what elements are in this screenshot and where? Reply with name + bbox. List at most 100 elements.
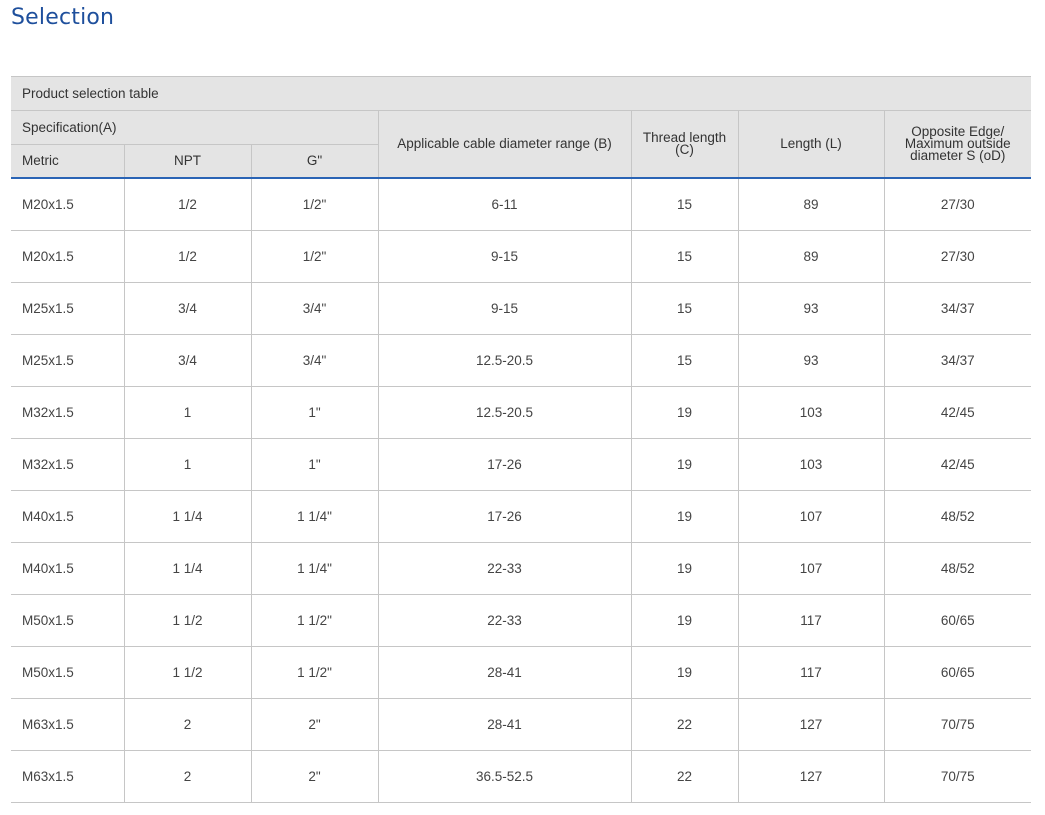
table-row: M50x1.5 1 1/2 1 1/2" 22-33 19 117 60/65 xyxy=(11,594,1032,647)
cell-metric: M25x1.5 xyxy=(11,282,125,335)
cell-length: 93 xyxy=(737,334,885,387)
cell-g: 1" xyxy=(250,438,379,491)
cell-thread-length: 19 xyxy=(630,490,739,543)
cell-opposite-edge: 60/65 xyxy=(883,594,1032,647)
cell-cable-range: 9-15 xyxy=(377,230,632,283)
cell-g: 1 1/4" xyxy=(250,542,379,595)
cell-npt: 2 xyxy=(123,750,252,803)
cell-thread-length: 19 xyxy=(630,646,739,699)
cell-npt: 1 1/2 xyxy=(123,646,252,699)
cell-npt: 3/4 xyxy=(123,282,252,335)
cell-metric: M63x1.5 xyxy=(11,750,125,803)
cell-length: 89 xyxy=(737,177,885,231)
table-row: M63x1.5 2 2" 28-41 22 127 70/75 xyxy=(11,698,1032,751)
table-row: M40x1.5 1 1/4 1 1/4" 22-33 19 107 48/52 xyxy=(11,542,1032,595)
header-thread-length: Thread length (C) xyxy=(630,110,739,179)
cell-cable-range: 6-11 xyxy=(377,177,632,231)
cell-opposite-edge: 42/45 xyxy=(883,438,1032,491)
cell-metric: M32x1.5 xyxy=(11,386,125,439)
cell-opposite-edge: 70/75 xyxy=(883,750,1032,803)
cell-length: 103 xyxy=(737,386,885,439)
cell-opposite-edge: 42/45 xyxy=(883,386,1032,439)
cell-opposite-edge: 34/37 xyxy=(883,334,1032,387)
cell-metric: M40x1.5 xyxy=(11,542,125,595)
cell-opposite-edge: 27/30 xyxy=(883,230,1032,283)
cell-cable-range: 36.5-52.5 xyxy=(377,750,632,803)
cell-npt: 1 1/4 xyxy=(123,490,252,543)
cell-cable-range: 22-33 xyxy=(377,594,632,647)
cell-length: 117 xyxy=(737,594,885,647)
cell-opposite-edge: 60/65 xyxy=(883,646,1032,699)
header-cable-range: Applicable cable diameter range (B) xyxy=(377,110,632,179)
table-header-row: Specification(A) Applicable cable diamet… xyxy=(11,110,1032,179)
cell-opposite-edge: 27/30 xyxy=(883,177,1032,231)
cell-opposite-edge: 70/75 xyxy=(883,698,1032,751)
table-row: M50x1.5 1 1/2 1 1/2" 28-41 19 117 60/65 xyxy=(11,646,1032,699)
cell-cable-range: 12.5-20.5 xyxy=(377,334,632,387)
cell-metric: M20x1.5 xyxy=(11,177,125,231)
table-row: M25x1.5 3/4 3/4" 12.5-20.5 15 93 34/37 xyxy=(11,334,1032,387)
header-g: G" xyxy=(250,144,379,179)
cell-g: 1 1/4" xyxy=(250,490,379,543)
table-row: M32x1.5 1 1" 17-26 19 103 42/45 xyxy=(11,438,1032,491)
cell-cable-range: 17-26 xyxy=(377,438,632,491)
table-body: M20x1.5 1/2 1/2" 6-11 15 89 27/30 M20x1.5 1/2 1/2… xyxy=(11,177,1032,803)
cell-npt: 1/2 xyxy=(123,230,252,283)
cell-g: 1 1/2" xyxy=(250,646,379,699)
cell-opposite-edge: 48/52 xyxy=(883,490,1032,543)
cell-metric: M50x1.5 xyxy=(11,646,125,699)
cell-thread-length: 19 xyxy=(630,438,739,491)
cell-thread-length: 19 xyxy=(630,594,739,647)
cell-length: 127 xyxy=(737,698,885,751)
cell-cable-range: 17-26 xyxy=(377,490,632,543)
header-metric: Metric xyxy=(11,144,125,179)
cell-thread-length: 15 xyxy=(630,230,739,283)
cell-opposite-edge: 48/52 xyxy=(883,542,1032,595)
cell-cable-range: 22-33 xyxy=(377,542,632,595)
cell-opposite-edge: 34/37 xyxy=(883,282,1032,335)
cell-g: 1/2" xyxy=(250,230,379,283)
cell-npt: 1/2 xyxy=(123,177,252,231)
cell-g: 1 1/2" xyxy=(250,594,379,647)
cell-length: 89 xyxy=(737,230,885,283)
cell-metric: M40x1.5 xyxy=(11,490,125,543)
cell-cable-range: 28-41 xyxy=(377,698,632,751)
cell-length: 117 xyxy=(737,646,885,699)
cell-length: 103 xyxy=(737,438,885,491)
cell-g: 2" xyxy=(250,750,379,803)
cell-thread-length: 22 xyxy=(630,750,739,803)
table-row: M20x1.5 1/2 1/2" 6-11 15 89 27/30 xyxy=(11,177,1032,231)
cell-thread-length: 19 xyxy=(630,542,739,595)
cell-g: 3/4" xyxy=(250,334,379,387)
cell-npt: 3/4 xyxy=(123,334,252,387)
table-row: M63x1.5 2 2" 36.5-52.5 22 127 70/75 xyxy=(11,750,1032,803)
cell-g: 3/4" xyxy=(250,282,379,335)
cell-thread-length: 15 xyxy=(630,282,739,335)
header-opposite-edge: Opposite Edge/ Maximum outside diameter … xyxy=(883,110,1032,179)
page-title: Selection xyxy=(11,5,115,30)
table-caption: Product selection table xyxy=(11,76,1032,111)
cell-thread-length: 15 xyxy=(630,334,739,387)
table-row: M25x1.5 3/4 3/4" 9-15 15 93 34/37 xyxy=(11,282,1032,335)
header-specification: Specification(A) xyxy=(11,110,379,145)
cell-npt: 1 1/4 xyxy=(123,542,252,595)
table-caption-row: Product selection table xyxy=(11,76,1032,111)
cell-cable-range: 12.5-20.5 xyxy=(377,386,632,439)
cell-npt: 1 xyxy=(123,386,252,439)
cell-npt: 1 xyxy=(123,438,252,491)
table-row: M20x1.5 1/2 1/2" 9-15 15 89 27/30 xyxy=(11,230,1032,283)
cell-thread-length: 22 xyxy=(630,698,739,751)
cell-npt: 1 1/2 xyxy=(123,594,252,647)
cell-g: 1" xyxy=(250,386,379,439)
cell-length: 107 xyxy=(737,542,885,595)
header-length: Length (L) xyxy=(737,110,885,179)
cell-g: 1/2" xyxy=(250,177,379,231)
cell-g: 2" xyxy=(250,698,379,751)
table-row: M32x1.5 1 1" 12.5-20.5 19 103 42/45 xyxy=(11,386,1032,439)
cell-metric: M32x1.5 xyxy=(11,438,125,491)
cell-thread-length: 19 xyxy=(630,386,739,439)
product-selection-table: Product selection table Specification(A)… xyxy=(11,76,1032,803)
cell-length: 127 xyxy=(737,750,885,803)
cell-metric: M50x1.5 xyxy=(11,594,125,647)
header-npt: NPT xyxy=(123,144,252,179)
